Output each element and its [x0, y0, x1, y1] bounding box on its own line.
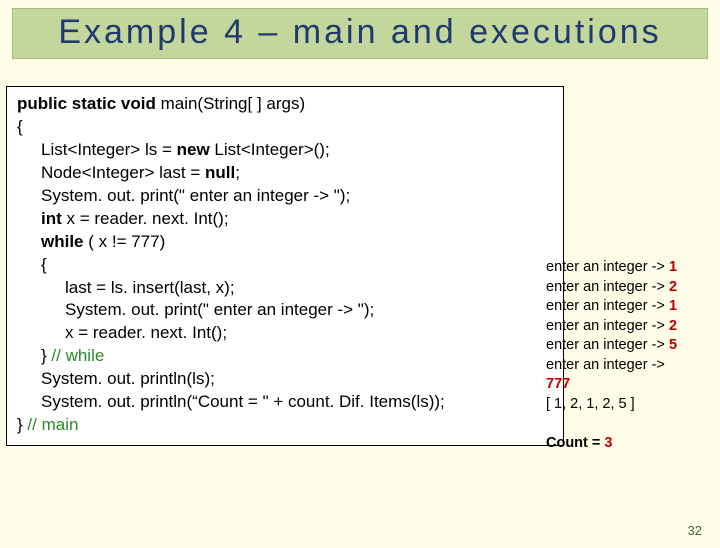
code-line: last = ls. insert(last, x);: [17, 277, 553, 300]
slide-title-bar: Example 4 – main and executions: [12, 8, 708, 59]
code-line: System. out. println(ls);: [17, 368, 553, 391]
code-text: x = reader. next. Int();: [17, 322, 227, 345]
code-line: while ( x != 777): [17, 231, 553, 254]
slide-title: Example 4 – main and executions: [23, 13, 697, 52]
code-text: System. out. print(" enter an integer ->…: [17, 299, 374, 322]
output-line: enter an integer -> 1: [546, 258, 702, 278]
code-line: System. out. print(" enter an integer ->…: [17, 299, 553, 322]
code-text: System. out. println(ls);: [17, 368, 215, 391]
code-text: Node<Integer> last = null;: [17, 162, 240, 185]
keyword: public static void: [17, 94, 156, 113]
execution-output: enter an integer -> 1 enter an integer -…: [546, 258, 702, 454]
code-text: {: [17, 117, 23, 136]
code-line: System. out. print(" enter an integer ->…: [17, 185, 553, 208]
code-text: List<Integer> ls = new List<Integer>();: [17, 139, 330, 162]
output-line: 777: [546, 375, 702, 395]
code-listing: public static void main(String[ ] args) …: [6, 86, 564, 446]
page-number: 32: [688, 523, 702, 538]
code-line: int x = reader. next. Int();: [17, 208, 553, 231]
code-text: } // while: [17, 345, 104, 368]
output-line: enter an integer ->: [546, 356, 702, 376]
code-line: x = reader. next. Int();: [17, 322, 553, 345]
output-line: [546, 415, 702, 435]
output-line: enter an integer -> 5: [546, 336, 702, 356]
code-line: public static void main(String[ ] args): [17, 93, 553, 116]
output-count: Count = 3: [546, 434, 702, 454]
code-text: last = ls. insert(last, x);: [17, 277, 235, 300]
code-text: {: [17, 254, 47, 277]
code-text: } // main: [17, 415, 78, 434]
code-line: } // main: [17, 414, 553, 437]
output-line: enter an integer -> 1: [546, 297, 702, 317]
code-text: main(String[ ] args): [156, 94, 305, 113]
code-text: System. out. println(“Count = " + count.…: [17, 391, 445, 414]
code-text: System. out. print(" enter an integer ->…: [17, 185, 350, 208]
code-line: } // while: [17, 345, 553, 368]
code-line: {: [17, 116, 553, 139]
output-line: enter an integer -> 2: [546, 278, 702, 298]
code-line: Node<Integer> last = null;: [17, 162, 553, 185]
code-text: while ( x != 777): [17, 231, 165, 254]
output-line: [ 1, 2, 1, 2, 5 ]: [546, 395, 702, 415]
code-line: {: [17, 254, 553, 277]
output-line: enter an integer -> 2: [546, 317, 702, 337]
code-text: int x = reader. next. Int();: [17, 208, 229, 231]
code-line: List<Integer> ls = new List<Integer>();: [17, 139, 553, 162]
code-line: System. out. println(“Count = " + count.…: [17, 391, 553, 414]
